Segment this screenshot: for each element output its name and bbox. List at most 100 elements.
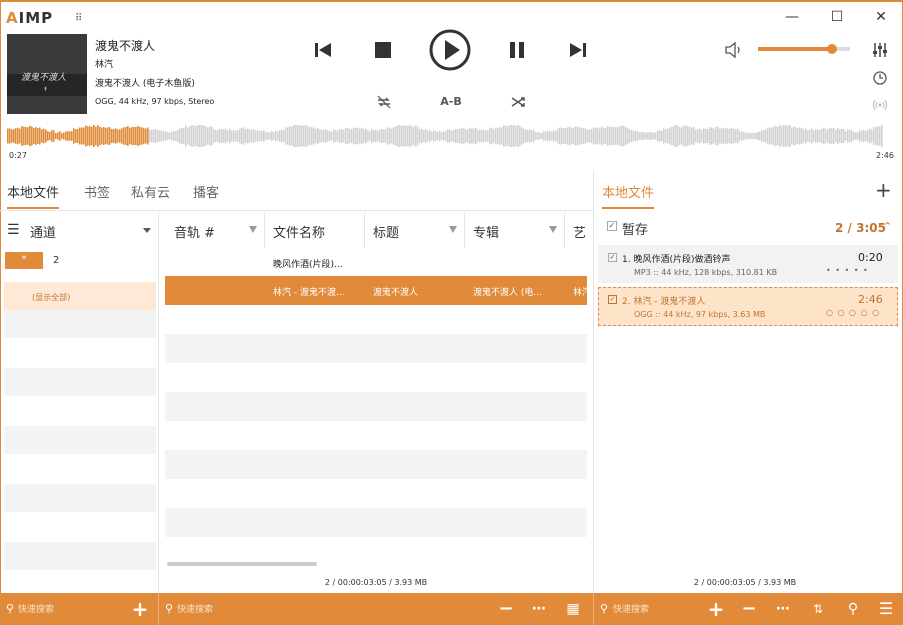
more-icon[interactable]: ⋯ — [529, 593, 549, 625]
waveform-bar — [733, 128, 735, 144]
shuffle-icon[interactable] — [510, 94, 526, 110]
item-title: 2. 林汽 - 渡鬼不渡人 — [622, 297, 706, 307]
next-icon[interactable] — [568, 40, 588, 60]
item-checkbox[interactable]: ✓ — [608, 253, 617, 262]
tab-private-cloud[interactable]: 私有云 — [131, 182, 170, 201]
waveform-bar — [427, 130, 429, 142]
menu-icon[interactable]: ☰ — [876, 593, 896, 625]
waveform-bar — [47, 131, 49, 141]
tab-local-files[interactable]: 本地文件 — [7, 182, 60, 209]
maximize-button[interactable]: ☐ — [817, 4, 857, 30]
waveform-bar — [813, 130, 815, 142]
waveform-bar — [521, 127, 523, 145]
add-icon[interactable]: + — [706, 593, 726, 625]
waveform-bar — [201, 125, 203, 147]
column-header-filename[interactable]: 文件名称 — [273, 222, 325, 241]
waveform-bar — [817, 129, 819, 143]
menu-icon[interactable]: ☰ — [7, 222, 20, 238]
collapse-icon[interactable]: ⌃ — [883, 220, 892, 233]
waveform-bar — [271, 130, 273, 142]
waveform-bar — [815, 129, 817, 143]
menu-grip-icon[interactable]: ⠿ — [75, 13, 82, 24]
play-icon[interactable] — [429, 29, 471, 71]
item-duration: 0:20 — [858, 251, 883, 264]
playlist-summary: 2 / 00:00:03:05 / 3.93 MB — [693, 578, 797, 587]
ab-repeat-button[interactable]: A-B — [437, 95, 465, 108]
chevron-down-icon[interactable] — [143, 228, 151, 233]
search-icon[interactable]: ⚲ — [843, 593, 863, 625]
horizontal-scrollbar[interactable] — [167, 562, 317, 566]
waveform-bar — [767, 127, 769, 145]
grid-view-icon[interactable]: ▦ — [563, 593, 583, 625]
remove-icon[interactable]: − — [739, 593, 759, 625]
item-checkbox[interactable]: ✓ — [608, 295, 617, 304]
search-input-center[interactable]: 快速搜索 — [177, 602, 213, 615]
group-checkbox[interactable]: ✓ — [607, 221, 617, 231]
waveform-bar — [319, 129, 321, 143]
column-header-artist[interactable]: 艺 — [573, 222, 586, 241]
waveform-bar — [143, 128, 145, 144]
stop-icon[interactable] — [374, 41, 392, 59]
waveform-bar — [341, 129, 343, 143]
waveform-bar — [35, 127, 37, 145]
waveform-bar — [267, 132, 269, 140]
waveform-bar — [511, 125, 513, 147]
playlist-item[interactable]: ✓ 1. 晚风作酒(片段)做酒铃声 0:20 MP3 :: 44 kHz, 12… — [598, 245, 898, 283]
volume-icon[interactable] — [724, 41, 744, 59]
repeat-icon[interactable] — [376, 94, 392, 110]
waveform-bar — [249, 129, 251, 143]
prev-icon[interactable] — [313, 40, 333, 60]
stripe — [165, 508, 587, 537]
sort-icon[interactable]: ⇅ — [808, 593, 828, 625]
column-header-track[interactable]: 音轨 # — [174, 222, 215, 241]
waveform-bar — [501, 127, 503, 145]
add-playlist-icon[interactable]: + — [875, 180, 892, 200]
column-header-album[interactable]: 专辑 — [473, 222, 499, 241]
waveform-bar — [491, 127, 493, 145]
waveform-bar — [349, 129, 351, 143]
search-input-right[interactable]: 快速搜索 — [613, 602, 649, 615]
waveform-bar — [809, 129, 811, 143]
tab-podcast[interactable]: 播客 — [193, 182, 219, 201]
waveform-bar — [653, 132, 655, 140]
waveform-bar — [107, 127, 109, 145]
playlist-tab-local-files[interactable]: 本地文件 — [602, 182, 655, 209]
waveform-seekbar[interactable] — [7, 124, 883, 148]
waveform-bar — [781, 126, 783, 146]
waveform-bar — [413, 127, 415, 145]
star-filter[interactable]: * — [5, 252, 43, 269]
rating-dots[interactable]: ○ ○ ○ ○ ○ — [826, 308, 880, 317]
more-icon[interactable]: ⋯ — [773, 593, 793, 625]
waveform-bar — [379, 129, 381, 143]
equalizer-icon[interactable] — [872, 42, 888, 58]
waveform-bar — [45, 129, 47, 143]
rating-dots[interactable]: • • • • • — [826, 266, 869, 275]
search-input-left[interactable]: 快速搜索 — [18, 602, 54, 615]
volume-slider[interactable] — [758, 44, 850, 54]
waveform-bar — [177, 129, 179, 143]
filter-icon[interactable] — [549, 226, 557, 233]
minimize-button[interactable]: — — [772, 4, 812, 30]
waveform-bar — [217, 130, 219, 142]
radio-broadcast-icon[interactable] — [872, 96, 888, 111]
column-header-title[interactable]: 标题 — [373, 222, 399, 241]
tab-bookmarks[interactable]: 书签 — [84, 182, 110, 201]
waveform-bar — [21, 126, 23, 146]
playlist-item-active[interactable]: ✓ 2. 林汽 - 渡鬼不渡人 2:46 OGG :: 44 kHz, 97 k… — [598, 287, 898, 326]
show-all-row[interactable]: (显示全部) — [4, 282, 156, 310]
waveform-bar — [873, 127, 875, 145]
clock-icon[interactable] — [873, 70, 887, 85]
waveform-bar — [523, 128, 525, 144]
filter-icon[interactable] — [449, 226, 457, 233]
remove-icon[interactable]: − — [496, 593, 516, 625]
table-row-selected[interactable]: 林汽 - 渡鬼不渡... 渡鬼不渡人 渡鬼不渡人 (电... 林汽 — [165, 276, 587, 305]
close-button[interactable]: ✕ — [861, 4, 901, 30]
pause-icon[interactable] — [508, 41, 526, 59]
table-row[interactable]: 晚风作酒(片段)... — [165, 248, 587, 277]
waveform-bar — [751, 133, 753, 139]
filter-icon[interactable] — [249, 226, 257, 233]
waveform-bar — [835, 129, 837, 143]
add-icon[interactable]: + — [130, 593, 150, 625]
waveform-bar — [831, 128, 833, 144]
waveform-bar — [475, 127, 477, 145]
